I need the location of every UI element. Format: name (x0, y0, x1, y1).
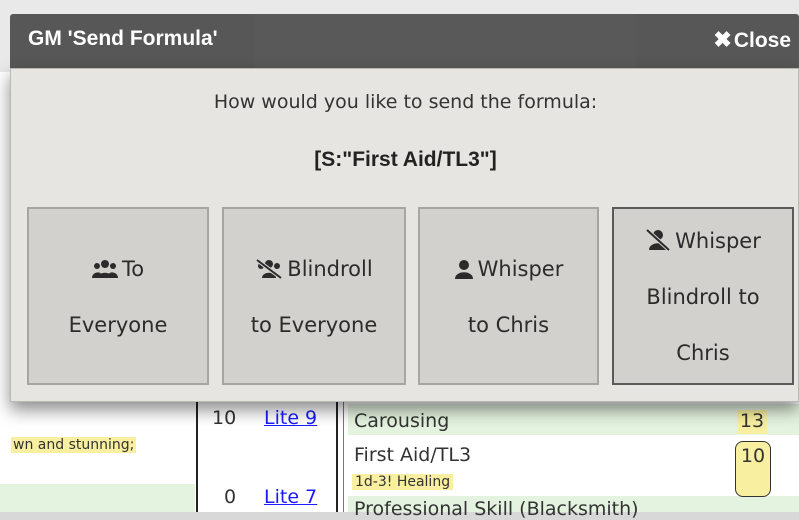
button-label: Everyone (68, 313, 168, 337)
whisper-to-chris-button[interactable]: Whisper to Chris (418, 207, 599, 385)
row-number: 10 (212, 407, 237, 429)
user-slash-icon (645, 228, 671, 252)
button-label: Whisper (477, 257, 564, 281)
row-number: 0 (224, 486, 237, 508)
skill-name: First Aid/TL3 (354, 444, 472, 466)
button-label: Chris (676, 341, 730, 365)
send-formula-dialog: How would you like to send the formula: … (10, 68, 799, 402)
skill-subtext: 1d-3! Healing (352, 474, 454, 490)
column-divider (196, 395, 198, 512)
send-to-everyone-button[interactable]: To Everyone (27, 207, 209, 385)
whisper-blindroll-to-chris-button[interactable]: Whisper Blindroll to Chris (612, 207, 794, 385)
button-label: Blindroll (287, 257, 373, 281)
dialog-prompt: How would you like to send the formula: (213, 91, 598, 113)
button-label: to Everyone (250, 313, 378, 337)
close-label: Close (733, 29, 791, 52)
close-button[interactable]: ✖Close (713, 27, 791, 53)
dialog-titlebar[interactable]: GM 'Send Formula' ✖Close (10, 14, 799, 68)
row-highlight (0, 484, 195, 512)
column-divider (343, 395, 344, 512)
note-text: wn and stunning; (11, 437, 137, 453)
skill-name: Professional Skill (Blacksmith) (354, 498, 639, 520)
blindroll-to-everyone-button[interactable]: Blindroll to Everyone (222, 207, 406, 385)
user-icon (454, 260, 473, 279)
button-label: to Chris (467, 313, 550, 337)
formula-text: [S:"First Aid/TL3"] (314, 148, 497, 171)
lite-link[interactable]: Lite 9 (264, 407, 317, 429)
button-label: To (121, 257, 145, 281)
button-label: Whisper (675, 229, 761, 253)
dialog-title: GM 'Send Formula' (28, 27, 218, 50)
close-icon: ✖ (713, 27, 732, 52)
users-slash-icon (256, 258, 283, 280)
lite-link[interactable]: Lite 7 (264, 486, 317, 508)
button-label: Blindroll to (646, 285, 760, 309)
column-divider (336, 395, 338, 512)
skill-level: 13 (737, 410, 767, 434)
skill-name: Carousing (354, 410, 450, 432)
users-icon (91, 260, 118, 278)
skill-level-input[interactable]: 10 (735, 441, 771, 497)
